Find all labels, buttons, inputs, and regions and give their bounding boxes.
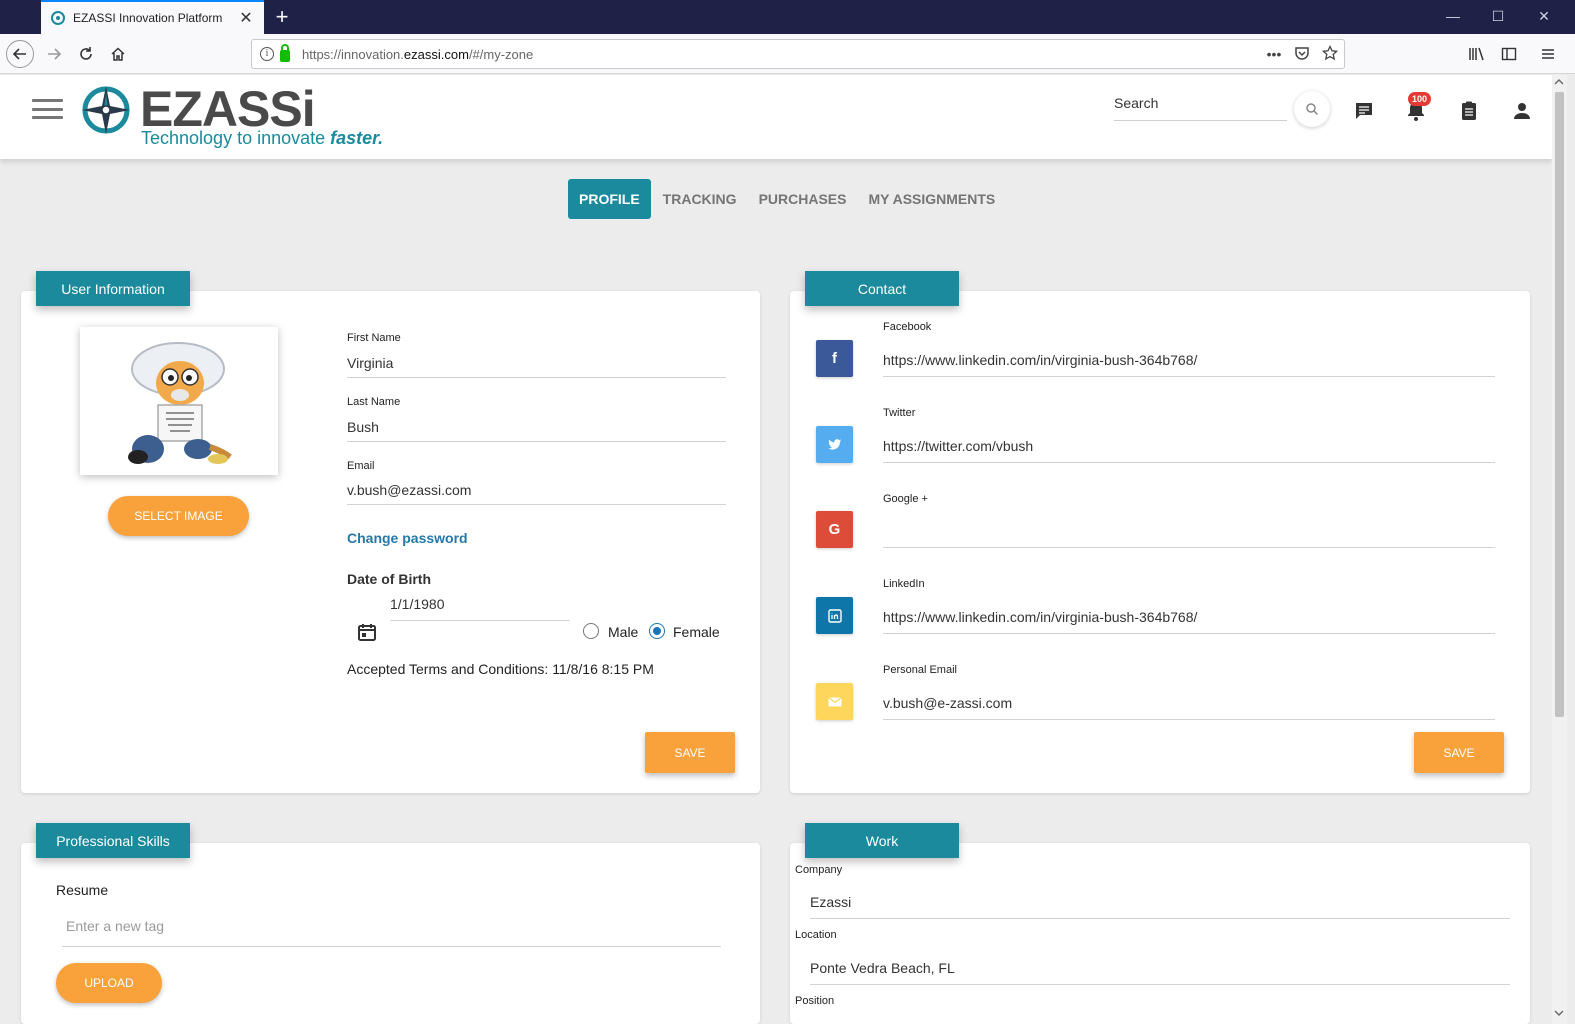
bookmark-star-icon[interactable] <box>1316 44 1344 64</box>
date-of-birth-label: Date of Birth <box>347 571 431 587</box>
tab-purchases[interactable]: PURCHASES <box>748 179 858 219</box>
browser-tab[interactable]: EZASSI Innovation Platform ✕ <box>41 0 264 34</box>
app-header: EZASSi Technology to innovate faster. Se… <box>0 75 1552 159</box>
plus-icon[interactable]: + <box>270 4 294 30</box>
terms-accepted-text: Accepted Terms and Conditions: 11/8/16 8… <box>347 661 654 677</box>
close-icon[interactable]: ✕ <box>238 8 254 28</box>
twitter-icon <box>816 426 853 463</box>
tab-my-assignments[interactable]: MY ASSIGNMENTS <box>857 179 1006 219</box>
compass-logo-icon <box>82 86 130 134</box>
notification-badge: 100 <box>1408 92 1432 106</box>
gender-male-radio[interactable] <box>583 623 599 639</box>
last-name-label: Last Name <box>347 396 401 408</box>
tag-input[interactable]: Enter a new tag <box>62 918 721 947</box>
work-card <box>790 843 1530 1024</box>
google-plus-label: Google + <box>883 493 928 505</box>
window-close-icon[interactable]: ✕ <box>1534 8 1554 25</box>
linkedin-icon <box>816 597 853 634</box>
maximize-icon[interactable]: ☐ <box>1488 8 1508 25</box>
gender-female-radio[interactable] <box>649 623 665 639</box>
pocket-icon[interactable] <box>1288 45 1316 64</box>
forward-arrow-icon[interactable] <box>40 40 68 68</box>
search-button[interactable] <box>1294 91 1330 127</box>
facebook-label: Facebook <box>883 321 932 333</box>
location-label: Location <box>795 929 837 941</box>
scrollbar-thumb[interactable] <box>1555 92 1564 717</box>
google-plus-icon: G <box>816 511 853 548</box>
back-arrow-icon[interactable] <box>6 40 34 68</box>
first-name-field[interactable]: Virginia <box>347 355 726 378</box>
email-field[interactable]: v.bush@ezassi.com <box>347 482 726 505</box>
company-field[interactable]: Ezassi <box>810 894 1510 919</box>
professional-skills-header: Professional Skills <box>36 823 190 858</box>
more-dots-icon[interactable]: ••• <box>1260 46 1288 62</box>
chat-icon[interactable] <box>1352 99 1376 123</box>
personal-email-label: Personal Email <box>883 664 957 676</box>
scroll-down-arrow-icon[interactable] <box>1554 1009 1564 1017</box>
envelope-icon <box>816 683 853 720</box>
first-name-label: First Name <box>347 332 401 344</box>
user-account-icon[interactable] <box>1510 99 1534 123</box>
gender-female-label: Female <box>673 624 720 640</box>
logo-tagline: Technology to innovate faster. <box>141 128 384 148</box>
company-label: Company <box>795 864 843 876</box>
calendar-icon[interactable] <box>357 622 377 642</box>
reload-icon[interactable] <box>72 40 100 68</box>
tab-title: EZASSI Innovation Platform <box>73 11 223 25</box>
work-header: Work <box>805 823 959 858</box>
position-label: Position <box>795 995 835 1007</box>
minimize-icon[interactable]: — <box>1443 8 1463 24</box>
url-bar[interactable]: i https://innovation.ezassi.com/#/my-zon… <box>251 39 1345 69</box>
linkedin-label: LinkedIn <box>883 578 925 590</box>
compass-favicon-icon <box>51 11 65 25</box>
profile-image <box>80 327 278 475</box>
library-icon[interactable] <box>1463 40 1491 68</box>
date-of-birth-field[interactable]: 1/1/1980 <box>390 596 570 621</box>
last-name-field[interactable]: Bush <box>347 419 726 442</box>
google-plus-field[interactable] <box>883 524 1495 548</box>
search-input[interactable]: Search <box>1114 93 1287 121</box>
select-image-button[interactable]: SELECT IMAGE <box>108 496 249 536</box>
linkedin-field[interactable]: https://www.linkedin.com/in/virginia-bus… <box>883 609 1495 634</box>
cartoon-inventor-avatar-icon <box>128 342 232 464</box>
facebook-field[interactable]: https://www.linkedin.com/in/virginia-bus… <box>883 352 1495 377</box>
gender-male-label: Male <box>608 624 639 640</box>
browser-navbar: i https://innovation.ezassi.com/#/my-zon… <box>0 34 1575 74</box>
profile-tabs: PROFILE TRACKING PURCHASES MY ASSIGNMENT… <box>568 179 1006 219</box>
upload-button[interactable]: UPLOAD <box>56 963 162 1003</box>
save-contact-button[interactable]: SAVE <box>1414 732 1504 773</box>
hamburger-menu-icon[interactable] <box>32 99 63 119</box>
facebook-icon: f <box>816 340 853 377</box>
lock-icon[interactable] <box>280 43 290 62</box>
tab-profile[interactable]: PROFILE <box>568 179 651 219</box>
home-icon[interactable] <box>104 40 132 68</box>
sidebar-icon[interactable] <box>1495 40 1523 68</box>
clipboard-icon[interactable] <box>1457 99 1481 123</box>
search-icon <box>1306 103 1319 116</box>
email-label: Email <box>347 460 375 472</box>
change-password-link[interactable]: Change password <box>347 530 468 546</box>
save-user-info-button[interactable]: SAVE <box>645 732 735 773</box>
tab-tracking[interactable]: TRACKING <box>652 179 748 219</box>
menu-icon[interactable] <box>1534 40 1562 68</box>
info-icon[interactable]: i <box>260 47 274 61</box>
resume-label: Resume <box>56 882 109 898</box>
browser-titlebar: EZASSI Innovation Platform ✕ + — ☐ ✕ <box>0 0 1575 34</box>
scroll-up-arrow-icon[interactable] <box>1554 78 1564 86</box>
personal-email-field[interactable]: v.bush@e-zassi.com <box>883 695 1495 720</box>
location-field[interactable]: Ponte Vedra Beach, FL <box>810 960 1510 985</box>
url-text[interactable]: https://innovation.ezassi.com/#/my-zone <box>302 47 1260 62</box>
twitter-label: Twitter <box>883 407 916 419</box>
twitter-field[interactable]: https://twitter.com/vbush <box>883 438 1495 463</box>
contact-header: Contact <box>805 271 959 306</box>
user-information-header: User Information <box>36 271 190 306</box>
